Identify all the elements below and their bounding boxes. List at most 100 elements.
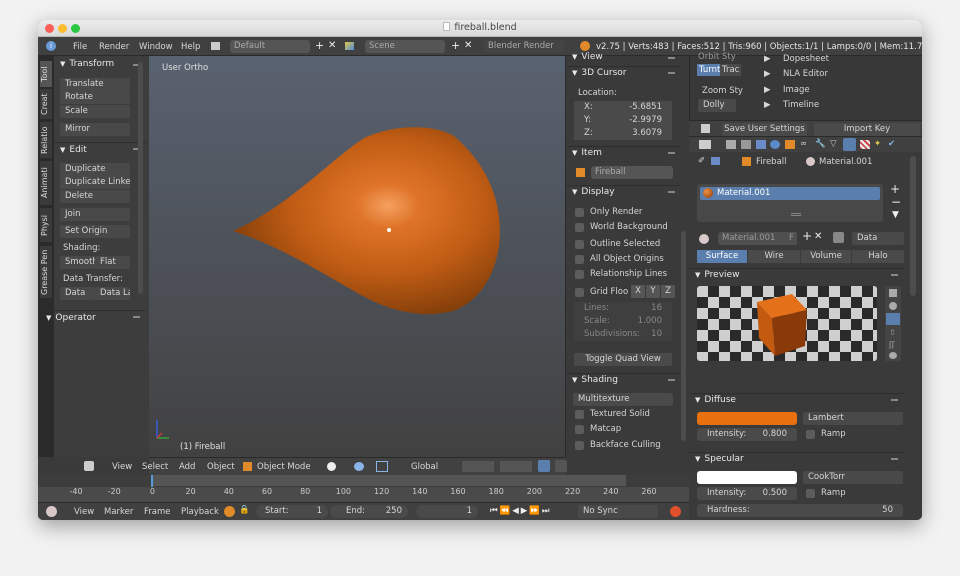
- timeline-menu-marker[interactable]: Marker: [104, 507, 133, 517]
- tab-physics[interactable]: Physi: [40, 208, 52, 242]
- cursor-y-field[interactable]: Y: -2.9979: [574, 114, 672, 127]
- add-scene-icon[interactable]: +: [451, 39, 460, 52]
- scene-icon[interactable]: [345, 42, 354, 50]
- smooth-button[interactable]: Smooth: [60, 256, 95, 269]
- viewport-menu-add[interactable]: Add: [179, 462, 195, 472]
- screen-layout-field[interactable]: Default: [230, 40, 310, 53]
- viewport-menu-object[interactable]: Object: [207, 462, 235, 472]
- preview-cube-icon[interactable]: [886, 313, 900, 325]
- tab-surface[interactable]: Surface: [697, 250, 747, 263]
- viewport-shading-icon[interactable]: [327, 462, 336, 471]
- scale-button[interactable]: Scale: [60, 105, 130, 118]
- modifiers-tab-icon[interactable]: 🔧: [815, 139, 826, 149]
- menu-help[interactable]: Help: [181, 42, 200, 52]
- playback-controls[interactable]: ⏮⏪◀▶⏩⏭: [490, 506, 552, 516]
- timeline-menu-view[interactable]: View: [74, 507, 94, 517]
- zoom-style-select[interactable]: Dolly: [698, 99, 736, 112]
- editor-dopesheet[interactable]: Dopesheet: [783, 54, 829, 64]
- backface-culling-checkbox[interactable]: [575, 441, 584, 450]
- properties-scrollbar[interactable]: [910, 156, 916, 296]
- render-engine-select[interactable]: Blender Render: [484, 40, 564, 53]
- drag-handle-icon[interactable]: [668, 152, 675, 154]
- specular-ramp-checkbox[interactable]: [806, 489, 815, 498]
- tab-relations[interactable]: Relatio: [40, 122, 52, 158]
- diffuse-shader-select[interactable]: Lambert: [803, 412, 903, 425]
- sync-mode-select[interactable]: No Sync: [578, 505, 658, 518]
- set-origin-select[interactable]: Set Origin: [60, 225, 130, 238]
- link-type-icon[interactable]: [833, 232, 844, 243]
- preview-flat-icon[interactable]: [889, 289, 897, 297]
- expand-icon[interactable]: ▶: [764, 85, 771, 95]
- editor-type-icon[interactable]: [84, 461, 94, 471]
- editor-image[interactable]: Image: [783, 85, 810, 95]
- delete-scene-icon[interactable]: ✕: [464, 40, 472, 51]
- grid-axis-x-toggle[interactable]: X: [631, 285, 645, 298]
- proportional-edit-icon[interactable]: [555, 460, 567, 472]
- import-key-config-button[interactable]: Import Key Configuration...: [814, 123, 920, 136]
- rotate-button[interactable]: Rotate: [60, 91, 130, 104]
- layers-grid-1[interactable]: [462, 461, 494, 472]
- material-tab-icon[interactable]: [843, 138, 856, 151]
- render-layers-tab-icon[interactable]: [741, 140, 751, 149]
- data-tab-icon[interactable]: ▽: [830, 139, 837, 149]
- editor-timeline[interactable]: Timeline: [783, 100, 819, 110]
- timeline-scrubber[interactable]: [38, 487, 689, 502]
- drag-handle-icon[interactable]: [891, 274, 898, 276]
- scene-field[interactable]: Scene: [365, 40, 445, 53]
- mode-select[interactable]: Object Mode: [257, 462, 311, 472]
- edit-panel-header[interactable]: ▼ Edit: [54, 142, 146, 156]
- flat-button[interactable]: Flat: [95, 256, 130, 269]
- toggle-quad-view-button[interactable]: Toggle Quad View: [574, 353, 672, 366]
- object-tab-icon[interactable]: [785, 140, 795, 149]
- grid-lines-field[interactable]: Lines: 16: [574, 302, 672, 315]
- diffuse-color-swatch[interactable]: [697, 412, 797, 425]
- drag-handle-icon[interactable]: [668, 379, 675, 381]
- preview-hair-icon[interactable]: ʃʃ: [889, 340, 894, 349]
- tab-grease-pencil[interactable]: Grease Pen: [40, 246, 52, 298]
- hardness-field[interactable]: Hardness: 50: [697, 504, 903, 517]
- record-icon[interactable]: [670, 506, 681, 517]
- unlink-material-icon[interactable]: ✕: [814, 231, 822, 242]
- save-user-settings-button[interactable]: Save User Settings: [722, 123, 807, 136]
- diffuse-intensity-slider[interactable]: Intensity: 0.800: [697, 428, 797, 441]
- npanel-scrollbar[interactable]: [681, 231, 686, 441]
- tab-volume[interactable]: Volume: [801, 250, 851, 263]
- display-panel-header[interactable]: ▼ Display: [566, 185, 681, 199]
- data-transfer-button[interactable]: Data: [60, 287, 95, 300]
- cursor-panel-header[interactable]: ▼ 3D Cursor: [566, 66, 681, 80]
- lock-icon[interactable]: 🔒: [239, 505, 250, 515]
- world-background-checkbox[interactable]: [575, 223, 584, 232]
- resize-handle[interactable]: [791, 213, 801, 216]
- viewport-menu-select[interactable]: Select: [142, 462, 168, 472]
- start-frame-field[interactable]: Start: 1: [256, 505, 328, 518]
- viewport-menu-view[interactable]: View: [112, 462, 132, 472]
- expand-icon[interactable]: ▶: [764, 100, 771, 110]
- timeline-menu-frame[interactable]: Frame: [144, 507, 170, 517]
- add-screen-icon[interactable]: +: [315, 39, 324, 52]
- toolshelf-scrollbar[interactable]: [138, 62, 143, 294]
- preview-panel-header[interactable]: ▼ Preview: [689, 268, 904, 282]
- relationship-lines-checkbox[interactable]: [575, 270, 584, 279]
- screen-layout-icon[interactable]: [211, 42, 220, 50]
- layers-grid-2[interactable]: [500, 461, 532, 472]
- tab-halo[interactable]: Halo: [852, 250, 904, 263]
- manipulator-icon[interactable]: [376, 461, 388, 472]
- end-frame-field[interactable]: End: 250: [330, 505, 408, 518]
- diffuse-ramp-checkbox[interactable]: [806, 430, 815, 439]
- tab-tool[interactable]: Tool: [40, 61, 52, 87]
- only-render-checkbox[interactable]: [575, 208, 584, 217]
- grid-axis-y-toggle[interactable]: Y: [646, 285, 660, 298]
- editor-type-icon[interactable]: [701, 124, 710, 133]
- timeline-menu-playback[interactable]: Playback: [181, 507, 219, 517]
- object-name-field[interactable]: Fireball: [591, 166, 673, 179]
- turntable-toggle[interactable]: Turnt: [697, 64, 723, 76]
- mirror-button[interactable]: Mirror: [60, 123, 130, 136]
- editor-nla[interactable]: NLA Editor: [783, 69, 828, 79]
- expand-icon[interactable]: ▶: [764, 69, 771, 79]
- delete-screen-icon[interactable]: ✕: [328, 40, 336, 51]
- fake-user-toggle[interactable]: F: [786, 232, 797, 245]
- link-select[interactable]: Data: [852, 232, 904, 245]
- 3d-viewport[interactable]: User Ortho (1) Fireball: [149, 56, 565, 457]
- info-editor-icon[interactable]: i: [46, 41, 56, 51]
- textured-solid-checkbox[interactable]: [575, 410, 584, 419]
